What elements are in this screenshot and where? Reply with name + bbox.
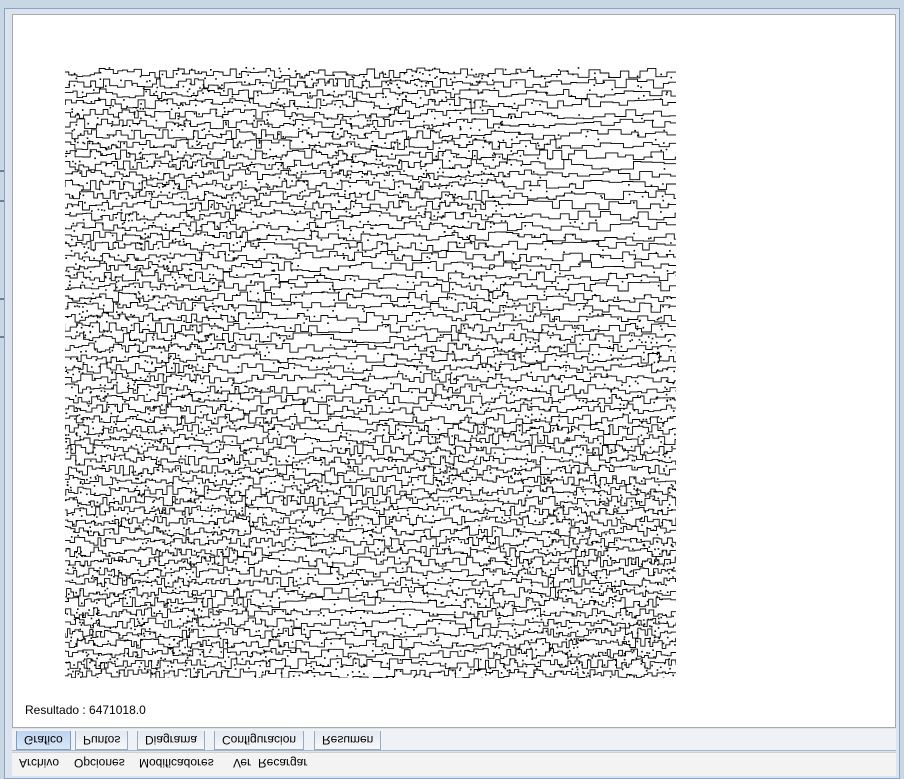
tour-path — [65, 67, 676, 678]
tour-path-canvas — [65, 67, 676, 678]
menu-archivo[interactable]: Archivo — [17, 756, 61, 770]
tab-resumen[interactable]: Resumen — [314, 731, 382, 750]
window-edge-decoration — [0, 170, 4, 370]
menu-bar: Archivo Opciones Modificadores Ver Recar… — [12, 752, 896, 776]
tour-density-speckle — [65, 67, 676, 678]
graphic-panel: Resultado : 6471018.0 — [12, 14, 896, 728]
menu-ver[interactable]: Ver — [231, 756, 253, 770]
tab-diagrama[interactable]: Diagrama — [137, 731, 206, 750]
tsp-tour-plot — [65, 67, 676, 678]
menu-modificadores[interactable]: Modificadores — [137, 756, 216, 770]
tab-bar: Grafico Puntos Diagrama Configuracion Re… — [12, 729, 896, 751]
tab-puntos[interactable]: Puntos — [75, 731, 129, 750]
menu-recargar[interactable]: Recargar — [256, 756, 309, 770]
tab-grafico[interactable]: Grafico — [16, 731, 71, 750]
menu-opciones[interactable]: Opciones — [72, 756, 127, 770]
tab-configuracion[interactable]: Configuracion — [214, 731, 305, 750]
result-label: Resultado : 6471018.0 — [25, 703, 146, 717]
